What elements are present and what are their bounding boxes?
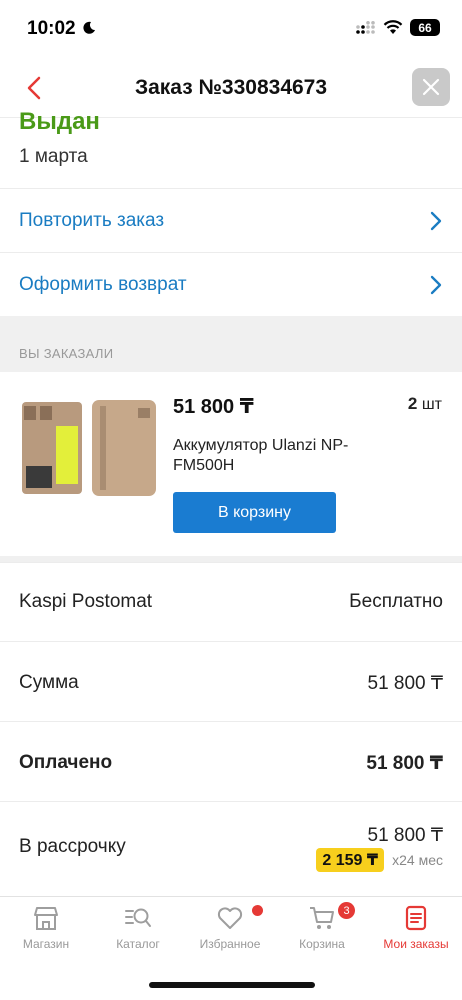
moon-icon bbox=[83, 21, 95, 34]
sum-row: Сумма 51 800 ₸ bbox=[0, 641, 462, 721]
chevron-right-icon bbox=[430, 275, 442, 295]
battery-icon: 66 bbox=[410, 19, 440, 36]
sum-label: Сумма bbox=[19, 672, 79, 693]
paid-label: Оплачено bbox=[19, 752, 113, 773]
installment-term: x24 мес bbox=[392, 852, 443, 868]
delivery-label: Kaspi Postomat bbox=[19, 591, 153, 612]
paid-row: Оплачено 51 800 ₸ bbox=[0, 721, 462, 801]
order-date: 1 марта bbox=[19, 146, 88, 167]
status-bar: 10:02 66 bbox=[0, 0, 462, 60]
cart-count-badge: 3 bbox=[338, 902, 355, 919]
return-order-row[interactable]: Оформить возврат bbox=[0, 252, 462, 316]
repeat-order-label: Повторить заказ bbox=[19, 209, 165, 231]
installment-row: В рассрочку 51 800 ₸ bbox=[0, 801, 462, 895]
cart-icon bbox=[310, 907, 334, 929]
close-icon bbox=[422, 78, 440, 96]
close-button[interactable] bbox=[412, 68, 450, 106]
product-card: 51 800 ₸ 2 шт Аккумулятор Ulanzi NP-FM50… bbox=[0, 372, 462, 558]
return-order-label: Оформить возврат bbox=[19, 273, 187, 295]
product-name[interactable]: Аккумулятор Ulanzi NP-FM500H bbox=[173, 436, 403, 476]
delivery-value: Бесплатно bbox=[349, 591, 443, 612]
cellular-icon bbox=[356, 20, 375, 34]
favorites-notification-dot bbox=[252, 905, 263, 916]
delivery-row: Kaspi Postomat Бесплатно bbox=[0, 562, 462, 642]
quantity-number: 2 bbox=[407, 394, 418, 413]
add-to-cart-button[interactable]: В корзину bbox=[173, 492, 336, 533]
chevron-right-icon bbox=[430, 211, 442, 231]
tab-cart-label: Корзина bbox=[299, 937, 345, 951]
tab-shop[interactable]: Магазин bbox=[0, 905, 92, 959]
tab-shop-label: Магазин bbox=[22, 937, 70, 951]
status-icons: 66 bbox=[356, 19, 440, 36]
repeat-order-row[interactable]: Повторить заказ bbox=[0, 188, 462, 252]
product-image[interactable] bbox=[20, 396, 160, 500]
ordered-section-label: ВЫ ЗАКАЗАЛИ bbox=[19, 346, 114, 361]
page-title: Заказ №330834673 bbox=[134, 76, 328, 99]
store-icon bbox=[34, 907, 58, 930]
tab-my-orders-label: Мои заказы bbox=[383, 937, 449, 951]
tab-my-orders[interactable]: Мои заказы bbox=[370, 905, 462, 959]
status-time: 10:02 bbox=[27, 18, 76, 39]
paid-value: 51 800 ₸ bbox=[366, 753, 443, 774]
tab-catalog[interactable]: Каталог bbox=[92, 905, 184, 959]
wifi-icon bbox=[383, 20, 403, 34]
orders-list-icon bbox=[405, 905, 427, 931]
installment-value: 51 800 ₸ bbox=[367, 825, 443, 846]
heart-icon bbox=[217, 907, 243, 929]
product-price: 51 800 ₸ bbox=[173, 396, 254, 418]
catalog-search-icon bbox=[125, 908, 151, 927]
installment-monthly-badge: 2 159 ₸ bbox=[316, 848, 384, 872]
home-indicator bbox=[149, 982, 315, 988]
section-header: ВЫ ЗАКАЗАЛИ bbox=[0, 316, 462, 372]
installment-label: В рассрочку bbox=[19, 836, 126, 857]
tab-favorites-label: Избранное bbox=[199, 937, 261, 951]
sum-value: 51 800 ₸ bbox=[367, 673, 443, 694]
order-status: Выдан bbox=[19, 108, 100, 135]
product-quantity: 2 шт bbox=[408, 394, 442, 414]
quantity-unit: шт bbox=[421, 396, 442, 413]
tab-catalog-label: Каталог bbox=[116, 937, 160, 951]
